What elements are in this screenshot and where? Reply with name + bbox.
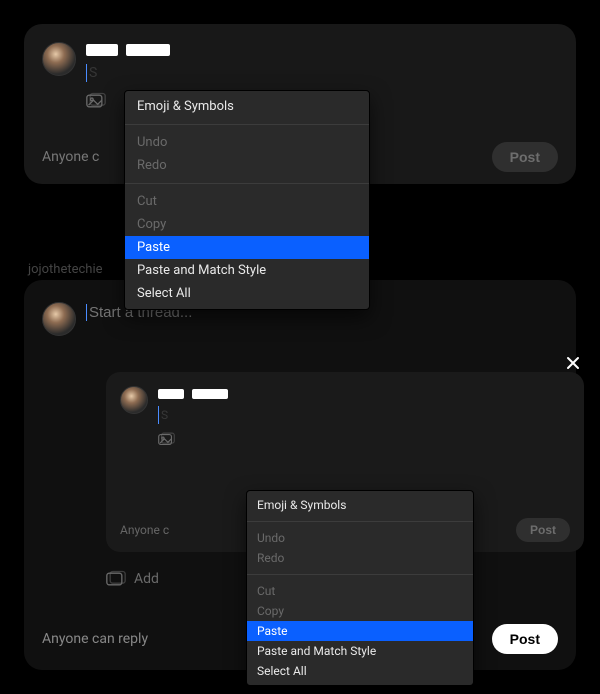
context-menu: Emoji & Symbols Undo Redo Cut Copy Paste… — [246, 490, 474, 686]
menu-cut[interactable]: Cut — [247, 581, 473, 601]
menu-select-all[interactable]: Select All — [125, 282, 369, 305]
username-line — [86, 42, 558, 58]
menu-cut[interactable]: Cut — [125, 190, 369, 213]
composer-card-bottom: S Anyone c Post Emoji & Symbols Undo Red… — [24, 280, 576, 670]
username-redacted — [158, 389, 184, 399]
attach-row — [158, 432, 570, 447]
image-attach-icon — [106, 570, 126, 588]
menu-redo[interactable]: Redo — [247, 548, 473, 568]
menu-emoji-symbols[interactable]: Emoji & Symbols — [247, 495, 473, 515]
menu-copy[interactable]: Copy — [125, 213, 369, 236]
composer-card-top: S Anyone c Post Emoji & Symbols Undo Red… — [24, 24, 576, 184]
reply-scope[interactable]: Anyone c — [42, 149, 99, 165]
menu-emoji-symbols[interactable]: Emoji & Symbols — [125, 95, 369, 118]
post-button[interactable]: Post — [516, 518, 570, 542]
feed-username: jojothetechie — [28, 262, 103, 277]
avatar[interactable] — [42, 302, 76, 336]
menu-undo[interactable]: Undo — [247, 528, 473, 548]
image-attach-icon[interactable] — [86, 92, 106, 110]
context-menu: Emoji & Symbols Undo Redo Cut Copy Paste… — [124, 90, 370, 310]
menu-undo[interactable]: Undo — [125, 131, 369, 154]
avatar[interactable] — [120, 386, 148, 414]
menu-copy[interactable]: Copy — [247, 601, 473, 621]
reply-scope[interactable]: Anyone can reply — [42, 631, 148, 647]
composer-row: S — [120, 386, 570, 424]
menu-select-all[interactable]: Select All — [247, 661, 473, 681]
image-attach-icon[interactable] — [158, 432, 175, 447]
post-button[interactable]: Post — [492, 624, 558, 654]
composer-row: S — [42, 42, 558, 82]
composer-body: S — [158, 386, 570, 424]
menu-separator — [125, 124, 369, 125]
nested-composer-card: S Anyone c Post Emoji & Symbols Undo Red… — [106, 372, 584, 552]
menu-paste-match[interactable]: Paste and Match Style — [247, 641, 473, 661]
reply-scope[interactable]: Anyone c — [120, 523, 169, 537]
menu-separator — [247, 521, 473, 522]
menu-paste-match[interactable]: Paste and Match Style — [125, 259, 369, 282]
composer-body: S — [86, 42, 558, 82]
menu-separator — [247, 574, 473, 575]
add-label: Add — [134, 571, 159, 587]
compose-input[interactable]: S — [158, 406, 570, 424]
username-line — [158, 386, 570, 402]
post-button[interactable]: Post — [492, 142, 558, 172]
menu-separator — [125, 183, 369, 184]
menu-paste[interactable]: Paste — [125, 236, 369, 259]
menu-redo[interactable]: Redo — [125, 154, 369, 177]
username-redacted — [86, 44, 118, 56]
username-redacted — [192, 389, 228, 399]
menu-paste[interactable]: Paste — [247, 621, 473, 641]
close-icon[interactable] — [560, 350, 586, 376]
username-redacted — [126, 44, 170, 56]
add-thread-row[interactable]: Add — [106, 570, 159, 588]
compose-input[interactable]: S — [86, 64, 558, 82]
avatar[interactable] — [42, 42, 76, 76]
